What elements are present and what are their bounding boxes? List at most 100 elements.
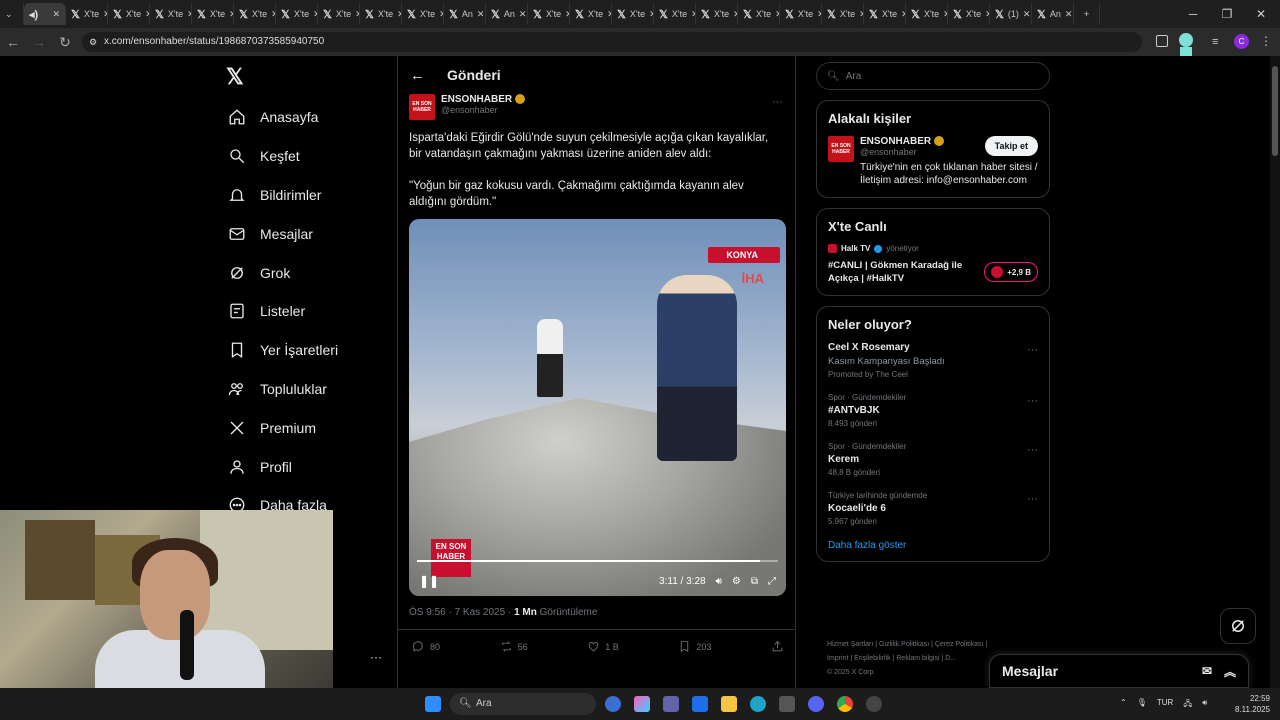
trend-item[interactable]: Spor · Gündemdekiler Kerem 48,8 B gönderi ·… — [828, 442, 1038, 477]
nav-item-search[interactable]: Keşfet — [222, 137, 392, 176]
scrollbar-thumb[interactable] — [1272, 66, 1278, 156]
forward-button[interactable]: → — [26, 29, 52, 55]
trend-more-icon[interactable]: ··· — [1027, 344, 1038, 356]
windows-start-icon[interactable] — [425, 696, 441, 712]
trend-item[interactable]: Türkiye tarihinde gündemde Kocaeli'de 6 5.… — [828, 491, 1038, 526]
nav-item-bell[interactable]: Bildirimler — [222, 176, 392, 215]
close-tab-icon[interactable]: ✕ — [1023, 9, 1031, 20]
related-avatar[interactable]: EN SON HABER — [828, 136, 854, 162]
like-button[interactable]: 1 B — [587, 640, 619, 653]
x-logo[interactable]: 𝕏 — [222, 56, 392, 98]
trend-item[interactable]: Ceel X Rosemary Kasım Kampanyası Başladı P… — [828, 342, 1038, 379]
browser-tab[interactable]: 𝕏X'te✕ — [864, 3, 906, 25]
media-control-icon[interactable]: ≡ — [1212, 36, 1218, 48]
maximize-button[interactable]: ❐ — [1210, 0, 1244, 28]
show-more-link[interactable]: Daha fazla göster — [828, 540, 1038, 551]
browser-tab[interactable]: 𝕏X'te✕ — [360, 3, 402, 25]
tray-chevron-icon[interactable]: ⌃ — [1120, 698, 1127, 712]
post-author[interactable]: EN SON HABER ENSONHABER @ensonhaber — [409, 94, 526, 120]
profile-avatar[interactable]: C — [1234, 34, 1249, 49]
nav-item-x[interactable]: Premium — [222, 408, 392, 447]
browser-tab[interactable]: 𝕏 An ✕ — [486, 3, 528, 25]
taskbar-search[interactable]: 🔍︎ Ara — [450, 693, 596, 715]
browser-tab[interactable]: 𝕏X'te✕ — [822, 3, 864, 25]
language-indicator[interactable]: TUR — [1157, 698, 1173, 712]
close-tab-icon[interactable]: ✕ — [52, 9, 60, 20]
tool-icon[interactable] — [779, 696, 795, 712]
discord-icon[interactable] — [808, 696, 824, 712]
browser-tab[interactable]: 𝕏X'te✕ — [906, 3, 948, 25]
post-video[interactable]: KONYA İHA EN SON HABER ❚❚ 3:11 / 3:28 🔊︎… — [409, 219, 786, 596]
store-icon[interactable] — [692, 696, 708, 712]
back-button[interactable]: ← — [0, 29, 26, 55]
messages-drawer[interactable]: Mesajlar ✉ ︽ — [989, 654, 1249, 688]
cast-icon[interactable] — [1156, 35, 1168, 47]
post-more-icon[interactable]: ··· — [772, 96, 783, 108]
trend-more-icon[interactable]: ··· — [1027, 395, 1038, 407]
settings-icon[interactable]: ⚙ — [732, 576, 741, 587]
app-icon[interactable] — [866, 696, 882, 712]
minimize-button[interactable]: ─ — [1176, 0, 1210, 28]
close-tab-icon[interactable]: ✕ — [477, 9, 485, 20]
tab-list-button[interactable]: ⌄ — [0, 3, 24, 25]
live-host[interactable]: Halk TV — [841, 244, 870, 253]
new-tab-button[interactable]: + — [1074, 3, 1100, 25]
live-stream-title[interactable]: #CANLI | Gökmen Karadağ ile Açıkça | #Ha… — [828, 259, 978, 285]
nav-more-dots-icon[interactable]: ··· — [370, 650, 382, 664]
close-tab-icon[interactable]: ✕ — [1065, 9, 1073, 20]
back-arrow-icon[interactable]: ← — [410, 67, 425, 84]
browser-tab[interactable]: ◂) ✕ — [24, 3, 66, 25]
browser-tab[interactable]: 𝕏X'te✕ — [234, 3, 276, 25]
browser-tab[interactable]: 𝕏X'te✕ — [948, 3, 990, 25]
browser-tab[interactable]: 𝕏X'te✕ — [696, 3, 738, 25]
share-button[interactable] — [771, 640, 784, 653]
nav-item-grok[interactable]: Grok — [222, 253, 392, 292]
browser-tab[interactable]: 𝕏 (1) ✕ — [990, 3, 1032, 25]
file-explorer-icon[interactable] — [721, 696, 737, 712]
task-view-icon[interactable] — [605, 696, 621, 712]
new-message-icon[interactable]: ✉ — [1202, 664, 1212, 678]
trend-item[interactable]: Spor · Gündemdekiler #ANTvBJK 8.493 gönder… — [828, 393, 1038, 428]
author-avatar[interactable]: EN SON HABER — [409, 94, 435, 120]
browser-tab[interactable]: 𝕏X'te✕ — [318, 3, 360, 25]
nav-item-home[interactable]: Anasayfa — [222, 98, 392, 137]
reload-button[interactable]: ↻ — [52, 29, 78, 55]
browser-tab[interactable]: 𝕏 An ✕ — [1032, 3, 1074, 25]
bookmark-button[interactable]: 203 — [678, 640, 711, 653]
author-name[interactable]: ENSONHABER — [441, 94, 512, 105]
trend-more-icon[interactable]: ··· — [1027, 444, 1038, 456]
browser-tab[interactable]: 𝕏 An ✕ — [444, 3, 486, 25]
close-tab-icon[interactable]: ✕ — [519, 9, 527, 20]
repost-button[interactable]: 56 — [500, 640, 528, 653]
live-listeners-badge[interactable]: +2,9 B — [984, 262, 1038, 282]
browser-tab[interactable]: 𝕏X'te✕ — [654, 3, 696, 25]
nav-item-community[interactable]: Topluluklar — [222, 370, 392, 409]
browser-tab[interactable]: 𝕏X'te✕ — [276, 3, 318, 25]
video-progress-bar[interactable] — [417, 560, 778, 562]
nav-item-user[interactable]: Profil — [222, 447, 392, 486]
search-input[interactable]: 🔍︎ Ara — [816, 62, 1050, 90]
fullscreen-icon[interactable]: ⤢ — [768, 576, 776, 587]
mic-icon[interactable]: 🎙︎ — [1137, 698, 1147, 712]
browser-tab[interactable]: 𝕏X'te✕ — [570, 3, 612, 25]
pause-icon[interactable]: ❚❚ — [419, 574, 439, 588]
volume-icon[interactable]: 🔊︎ — [716, 576, 722, 587]
browser-tab[interactable]: 𝕏X'te✕ — [612, 3, 654, 25]
nav-item-bookmark[interactable]: Yer İşaretleri — [222, 331, 392, 370]
browser-tab[interactable]: 𝕏X'te✕ — [66, 3, 108, 25]
browser-tab[interactable]: 𝕏X'te✕ — [192, 3, 234, 25]
post-timestamp[interactable]: ÖS 9:56 · 7 Kas 2025 · — [409, 607, 514, 618]
browser-tab[interactable]: 𝕏X'te✕ — [108, 3, 150, 25]
edge-icon[interactable] — [750, 696, 766, 712]
browser-tab[interactable]: 𝕏X'te✕ — [150, 3, 192, 25]
reply-button[interactable]: 80 — [412, 640, 440, 653]
nav-item-mail[interactable]: Mesajlar — [222, 214, 392, 253]
page-scrollbar[interactable] — [1270, 56, 1280, 688]
close-window-button[interactable]: ✕ — [1244, 0, 1278, 28]
author-handle[interactable]: @ensonhaber — [441, 105, 525, 115]
browser-tab[interactable]: 𝕏X'te✕ — [780, 3, 822, 25]
expand-icon[interactable]: ︽ — [1224, 663, 1236, 680]
teams-icon[interactable] — [663, 696, 679, 712]
network-icon[interactable]: 🖧 — [1183, 698, 1192, 712]
taskbar-clock[interactable]: 22:59 8.11.2025 — [1235, 693, 1270, 715]
